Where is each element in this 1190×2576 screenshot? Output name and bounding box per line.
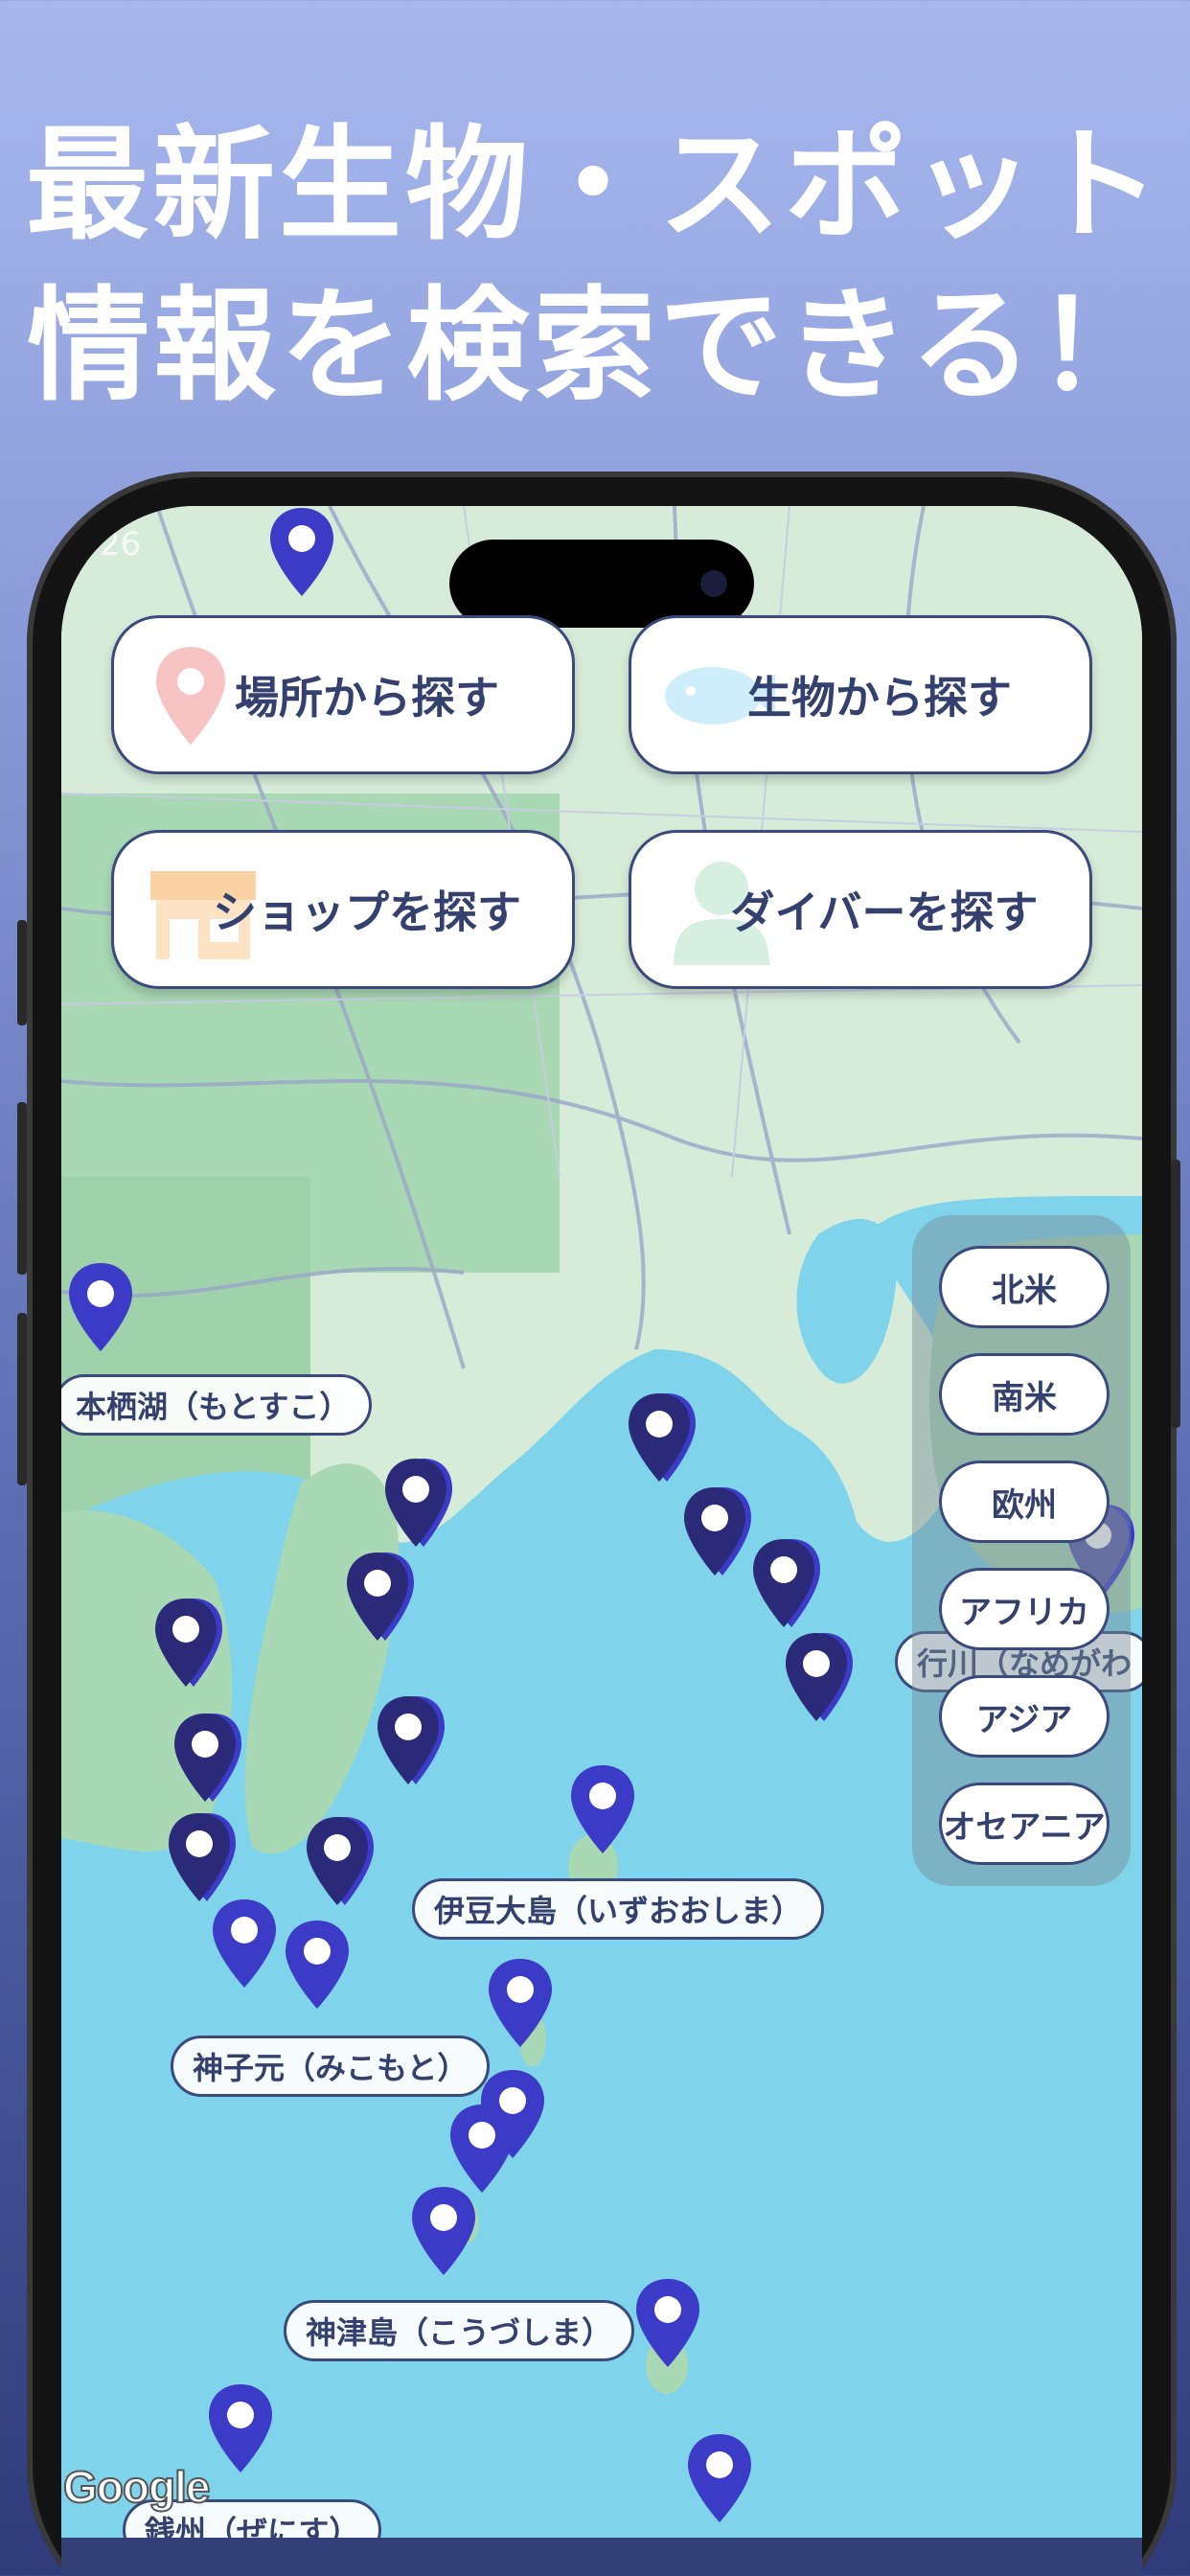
- place-label-motosuko[interactable]: 本栖湖（もとすこ）: [61, 1374, 373, 1436]
- region-asia-button[interactable]: アジア: [939, 1675, 1110, 1758]
- map-pin[interactable]: [634, 2277, 701, 2369]
- search-by-creature-label: 生物から探す: [747, 672, 1012, 724]
- map-pin-cluster[interactable]: [169, 1811, 236, 1903]
- place-label-mikomoto[interactable]: 神子元（みこもと）: [171, 2036, 491, 2097]
- map-pin-cluster[interactable]: [155, 1597, 222, 1689]
- place-label-kozushima[interactable]: 神津島（こうづしま）: [284, 2300, 635, 2361]
- map-pin-cluster[interactable]: [684, 1485, 751, 1577]
- map-pin[interactable]: [284, 1919, 351, 2011]
- map-pin-cluster[interactable]: [174, 1712, 241, 1804]
- map-pin[interactable]: [268, 506, 335, 598]
- map-pin[interactable]: [448, 2103, 515, 2195]
- phone-side-button: [17, 920, 27, 1025]
- map-pin-cluster[interactable]: [629, 1392, 696, 1484]
- headline-line-1: 最新生物・スポット: [25, 114, 1164, 257]
- map-pin-cluster[interactable]: [753, 1537, 820, 1629]
- map-pin[interactable]: [207, 2382, 274, 2474]
- headline: 最新生物・スポット 情報を検索できる！: [0, 105, 1190, 427]
- region-oceania-button[interactable]: オセアニア: [939, 1782, 1110, 1865]
- map-pin-cluster[interactable]: [347, 1551, 414, 1643]
- search-by-creature-button[interactable]: 生物から探す: [629, 615, 1092, 774]
- google-attribution-logo: Google: [62, 2461, 211, 2513]
- map-pin[interactable]: [410, 2185, 477, 2277]
- search-diver-label: ダイバーを探す: [730, 886, 1039, 938]
- region-europe-button[interactable]: 欧州: [939, 1460, 1110, 1543]
- region-north-america-button[interactable]: 北米: [939, 1246, 1110, 1328]
- search-by-location-button[interactable]: 場所から探す: [111, 615, 575, 774]
- search-shop-label: ショップを探す: [213, 886, 521, 938]
- bottom-bar: [61, 2538, 1142, 2576]
- search-diver-button[interactable]: ダイバーを探す: [629, 830, 1092, 989]
- phone-power-button: [1171, 1160, 1180, 1428]
- search-by-location-label: 場所から探す: [235, 672, 499, 724]
- map-pin[interactable]: [487, 1957, 554, 2049]
- search-shop-button[interactable]: ショップを探す: [111, 830, 575, 989]
- location-pin-icon: [156, 647, 225, 745]
- map-pin-cluster[interactable]: [378, 1694, 445, 1786]
- phone-volume-up: [17, 1102, 27, 1275]
- front-camera: [700, 570, 727, 597]
- map-pin[interactable]: [67, 1261, 134, 1353]
- place-label-izu-oshima[interactable]: 伊豆大島（いずおおしま）: [412, 1878, 825, 1940]
- map-pin[interactable]: [569, 1763, 636, 1855]
- map-pin-cluster[interactable]: [786, 1631, 853, 1723]
- headline-line-2: 情報を検索できる！: [27, 275, 1163, 418]
- map-pin-cluster[interactable]: [307, 1815, 374, 1907]
- map-pin-cluster[interactable]: [385, 1457, 452, 1549]
- map-pin[interactable]: [686, 2432, 753, 2524]
- region-south-america-button[interactable]: 南米: [939, 1353, 1110, 1436]
- region-africa-button[interactable]: アフリカ: [939, 1568, 1110, 1650]
- app-screen: 26 場所から探す 生物から探す ショップを探す ダイバーを探す 本栖湖（もとす…: [61, 506, 1142, 2576]
- status-bar-time: 26: [100, 525, 142, 564]
- map-pin[interactable]: [211, 1898, 278, 1990]
- phone-volume-down: [17, 1313, 27, 1485]
